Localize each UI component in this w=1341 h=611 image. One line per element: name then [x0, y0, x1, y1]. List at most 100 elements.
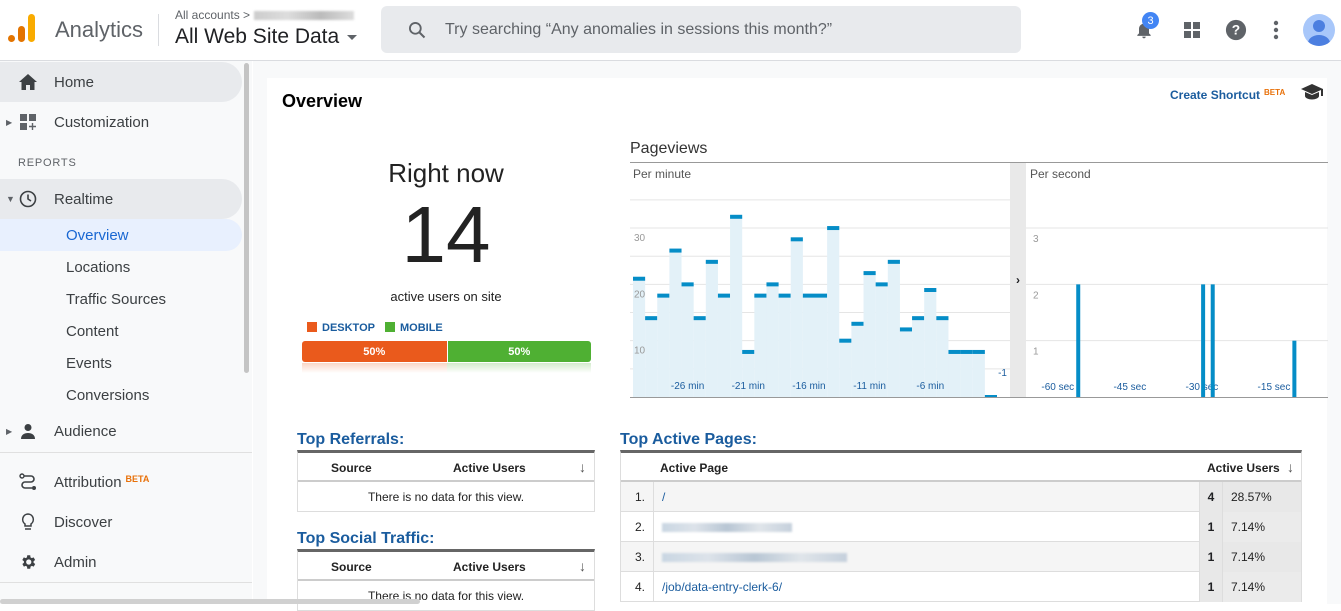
col-active-page[interactable]: Active Page — [660, 461, 728, 475]
row-index: 3. — [621, 542, 654, 572]
sidebar-item-audience[interactable]: ▶ Audience — [0, 411, 242, 451]
pageview-bar-cap — [705, 259, 718, 264]
pageview-bar-cap — [778, 293, 791, 298]
expand-arrow-icon: ▶ — [6, 426, 13, 436]
col-active-users[interactable]: Active Users — [453, 560, 526, 574]
notifications-button[interactable]: 3 — [1130, 12, 1159, 44]
account-avatar[interactable] — [1303, 14, 1335, 46]
analytics-logo-icon[interactable] — [8, 14, 38, 44]
sidebar-item-attribution[interactable]: Attribution BETA — [0, 462, 242, 502]
sort-down-icon[interactable]: ↓ — [579, 558, 586, 574]
create-shortcut-link[interactable]: Create Shortcut BETA — [1170, 88, 1285, 102]
page-link[interactable] — [662, 512, 792, 542]
active-users-count: 4 — [1199, 482, 1222, 512]
pageview-bar-fill[interactable] — [766, 284, 779, 397]
y-tick-label: 3 — [1033, 234, 1039, 245]
person-icon — [18, 421, 38, 441]
x-tick-label: -45 sec — [1113, 382, 1146, 393]
horizontal-scrollbar[interactable] — [0, 599, 420, 604]
page-link[interactable] — [662, 542, 847, 572]
pageview-bar-cap — [790, 237, 803, 242]
sidebar-subitem-content[interactable]: Content — [0, 315, 242, 347]
apps-button[interactable] — [1178, 16, 1206, 44]
help-button[interactable]: ? — [1222, 16, 1250, 44]
pageview-bar-fill[interactable] — [972, 351, 985, 397]
col-active-users[interactable]: Active Users — [453, 461, 526, 475]
pageview-bar-cap — [754, 293, 767, 298]
pageview-bar-fill[interactable] — [960, 351, 973, 397]
search-input[interactable] — [445, 20, 1005, 39]
sidebar-item-label: Home — [54, 73, 95, 91]
desktop-segment[interactable]: 50% — [302, 341, 447, 362]
active-users-caption: active users on site — [390, 289, 502, 304]
pageview-bar-fill[interactable] — [645, 318, 658, 397]
sidebar-scrollbar[interactable] — [244, 63, 249, 373]
pageview-bar-fill[interactable] — [839, 340, 852, 397]
pageview-bar-fill[interactable] — [705, 261, 718, 397]
col-active-users[interactable]: Active Users — [1207, 461, 1280, 475]
sidebar-item-customization[interactable]: ▶ Customization — [0, 102, 242, 142]
active-users-percent: 7.14% — [1222, 572, 1301, 602]
col-source[interactable]: Source — [331, 461, 372, 475]
pageview-second-bar[interactable] — [1201, 284, 1206, 397]
pageview-bar-fill[interactable] — [827, 228, 840, 397]
pageview-bar-fill[interactable] — [730, 216, 743, 397]
device-split-reflection — [302, 363, 591, 373]
active-users-count: 1 — [1199, 512, 1222, 542]
sidebar-divider — [0, 582, 252, 583]
pageview-second-bar[interactable] — [1076, 284, 1081, 397]
sidebar-divider — [0, 452, 252, 453]
pageview-bar-fill[interactable] — [863, 273, 876, 397]
per-minute-chart: 10 20 30 -26 min -21 min -16 min -11 min -6 min… — [630, 199, 1010, 397]
view-name: All Web Site Data — [175, 25, 340, 48]
page-link[interactable]: / — [662, 482, 665, 512]
create-shortcut-label: Create Shortcut — [1170, 88, 1261, 102]
pageview-bar-fill[interactable] — [790, 239, 803, 397]
pageview-second-bar[interactable] — [1292, 340, 1297, 397]
sidebar-subitem-traffic-sources[interactable]: Traffic Sources — [0, 283, 242, 315]
sidebar-item-label: Audience — [54, 422, 117, 440]
pageview-bar-cap — [645, 316, 658, 321]
pageview-bar-cap — [802, 293, 815, 298]
pageview-bar-cap — [912, 316, 925, 321]
sidebar-subitem-events[interactable]: Events — [0, 347, 242, 379]
sidebar-item-admin[interactable]: Admin — [0, 542, 242, 582]
pageview-bar-fill[interactable] — [899, 329, 913, 397]
sidebar-item-label: Discover — [54, 513, 113, 531]
pageview-bar-cap — [742, 349, 755, 354]
sort-down-icon[interactable]: ↓ — [579, 459, 586, 475]
pageview-bar-fill[interactable] — [717, 295, 731, 397]
more-options-button[interactable] — [1262, 16, 1290, 44]
sidebar-item-label: Admin — [54, 553, 97, 571]
sidebar-item-realtime[interactable]: ▼ Realtime — [0, 179, 242, 219]
sidebar-subitem-locations[interactable]: Locations — [0, 251, 242, 283]
table-row: 1. / 4 28.57% — [621, 482, 1301, 512]
split-reflection-segment — [302, 363, 447, 373]
view-selector[interactable]: All Web Site Data — [175, 25, 358, 49]
pageview-bar-fill[interactable] — [669, 250, 682, 397]
sidebar-item-home[interactable]: Home — [0, 62, 242, 102]
pageview-bar-cap — [839, 338, 852, 343]
pageview-bar-fill[interactable] — [887, 261, 900, 397]
sidebar-subitem-conversions[interactable]: Conversions — [0, 379, 242, 411]
table-row: 4. /job/data-entry-clerk-6/1 7.14% — [621, 572, 1301, 602]
pageview-second-bar[interactable] — [1210, 284, 1215, 397]
x-tick-label: -15 sec — [1258, 382, 1291, 393]
sidebar-subitem-overview[interactable]: Overview — [0, 219, 242, 251]
col-source[interactable]: Source — [331, 560, 372, 574]
top-header: Analytics All accounts > All Web Site Da… — [0, 0, 1341, 61]
sort-down-icon[interactable]: ↓ — [1287, 459, 1294, 475]
sidebar-item-discover[interactable]: Discover — [0, 502, 242, 542]
search-bar[interactable] — [381, 6, 1021, 53]
page-link[interactable]: /job/data-entry-clerk-6/ — [662, 572, 782, 602]
breadcrumb[interactable]: All accounts > — [175, 8, 355, 22]
pageview-bar-fill[interactable] — [657, 295, 670, 397]
education-cap-button[interactable] — [1301, 84, 1323, 105]
pageview-bar-fill[interactable] — [948, 351, 961, 397]
legend-desktop: DESKTOP — [307, 322, 375, 334]
expand-chart-toggle[interactable]: › — [1010, 163, 1026, 397]
active-users-percent: 7.14% — [1222, 542, 1301, 572]
pageview-bar-fill[interactable] — [778, 295, 791, 397]
x-tick-label: -16 min — [792, 381, 825, 392]
mobile-segment[interactable]: 50% — [446, 341, 591, 362]
